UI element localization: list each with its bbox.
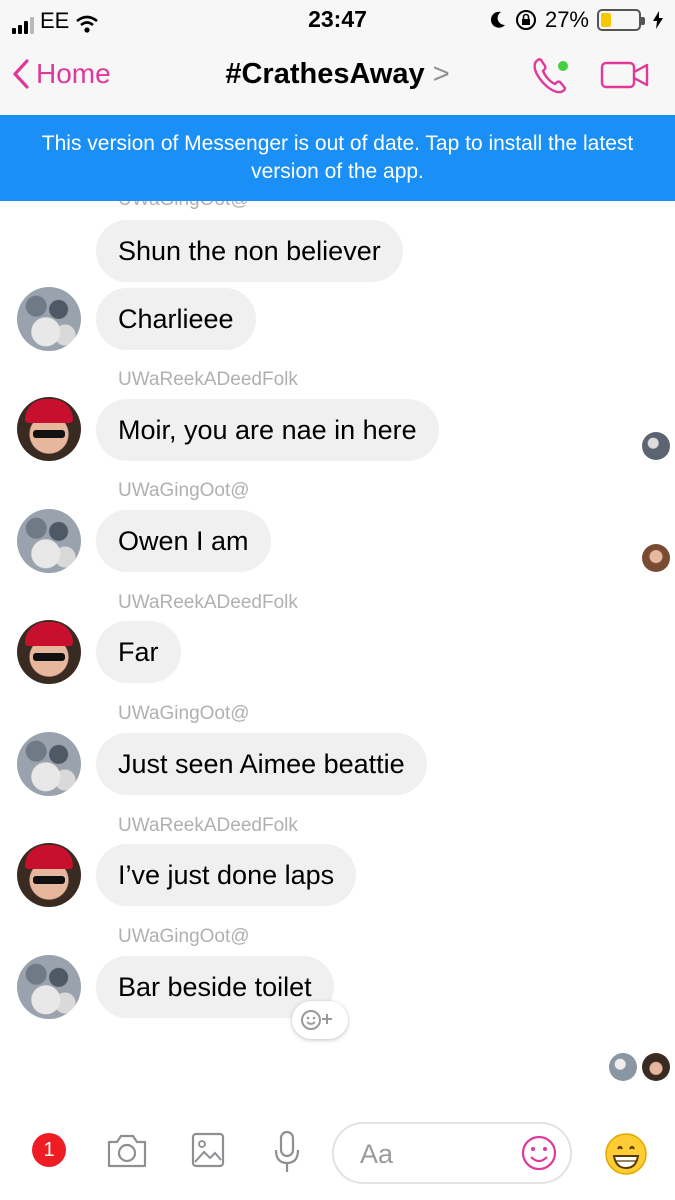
conversation-title-text: #CrathesAway	[225, 58, 425, 90]
sender-label: UWaReekADeedFolk	[118, 592, 298, 613]
microphone-icon[interactable]	[272, 1130, 302, 1176]
battery-percent: 27%	[544, 7, 589, 32]
photo-icon[interactable]	[190, 1130, 226, 1170]
message-bubble[interactable]: Charlieee	[96, 288, 256, 350]
avatar[interactable]	[17, 620, 81, 684]
video-call-icon[interactable]	[600, 60, 650, 90]
add-reaction-icon	[301, 1010, 332, 1030]
status-right: 27%	[489, 7, 663, 33]
title-chevron: >	[432, 58, 450, 90]
rotation-lock-icon	[515, 10, 536, 30]
grinning-emoji-icon[interactable]	[604, 1132, 648, 1176]
sender-label: UWaGingOot@	[118, 926, 250, 947]
avatar[interactable]	[17, 397, 81, 461]
battery-icon	[597, 9, 645, 31]
nav-bar: Home #CrathesAway >	[0, 40, 675, 115]
update-banner[interactable]: This version of Messenger is out of date…	[0, 115, 675, 201]
read-receipt-avatar	[642, 544, 670, 572]
smiley-icon[interactable]	[520, 1134, 558, 1172]
message-input[interactable]: Aa	[332, 1122, 572, 1184]
read-receipt-avatar	[609, 1053, 637, 1081]
sender-label: UWaReekADeedFolk	[118, 369, 298, 390]
more-button-badge[interactable]: 1	[32, 1133, 66, 1167]
message-bubble[interactable]: I’ve just done laps	[96, 844, 357, 906]
composer-bar: 1 Aa	[0, 1110, 675, 1200]
message-bubble[interactable]: Just seen Aimee beattie	[96, 733, 427, 795]
phone-call-icon[interactable]	[530, 56, 576, 98]
message-bubble[interactable]: Shun the non believer	[96, 220, 403, 282]
avatar[interactable]	[17, 509, 81, 573]
read-receipt-avatar	[642, 432, 670, 460]
moon-icon	[490, 11, 505, 28]
read-receipt-avatar	[642, 1053, 670, 1081]
avatar[interactable]	[17, 843, 81, 907]
sender-label: UWaGingOot@	[118, 201, 250, 211]
message-bubble[interactable]: Owen I am	[96, 510, 271, 572]
sender-label: UWaReekADeedFolk	[118, 815, 298, 836]
message-bubble[interactable]: Far	[96, 621, 181, 683]
add-reaction-button[interactable]	[292, 1001, 348, 1039]
status-bar: EE 23:47 27%	[0, 0, 675, 40]
charging-bolt-icon	[653, 11, 663, 29]
message-bubble[interactable]: Moir, you are nae in here	[96, 399, 439, 461]
sender-label: UWaGingOot@	[118, 703, 250, 724]
message-input-placeholder: Aa	[360, 1139, 394, 1169]
avatar[interactable]	[17, 955, 81, 1019]
avatar[interactable]	[17, 287, 81, 351]
camera-icon[interactable]	[105, 1130, 149, 1170]
sender-label: UWaGingOot@	[118, 480, 250, 501]
message-thread[interactable]: UWaGingOot@ Shun the non believer Charli…	[0, 201, 675, 1101]
avatar[interactable]	[17, 732, 81, 796]
